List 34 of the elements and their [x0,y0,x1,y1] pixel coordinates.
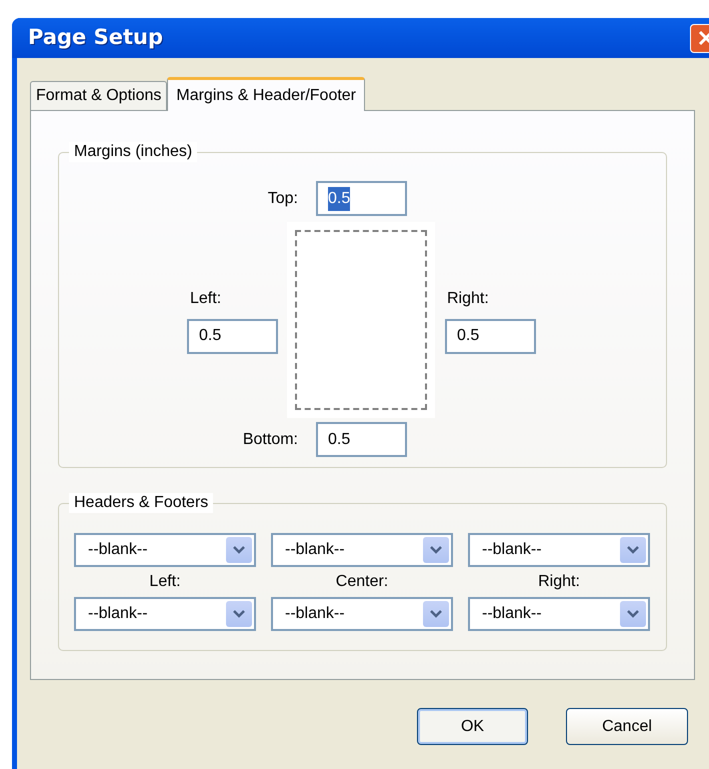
field-value: 0.5 [328,430,350,450]
dropdown[interactable]: --blank-- [468,533,650,567]
margin-field[interactable]: 0.5 [316,181,407,216]
chevron-down-icon [226,537,252,563]
field-value: 0.5 [457,326,480,346]
dropdown[interactable]: --blank-- [271,533,453,567]
chevron-down-icon [423,601,449,627]
field-label: Bottom: [242,430,299,450]
dialog-button[interactable]: OK [417,708,528,745]
margin-field[interactable]: 0.5 [316,422,407,457]
dropdown[interactable]: --blank-- [74,533,256,567]
field-value: 0.5 [199,326,222,346]
dialog-button[interactable]: Cancel [566,708,688,745]
margin-field[interactable]: 0.5 [445,318,536,354]
field-label: Top: [266,188,299,208]
group-title: Headers & Footers [69,493,214,513]
tab[interactable]: Format & Options [30,81,168,110]
chevron-down-icon [423,537,449,563]
dropdown[interactable]: --blank-- [271,597,453,631]
window-title: Page Setup [28,24,163,52]
column-label: Left: [149,572,181,592]
field-label: Left: [189,288,222,308]
dropdown[interactable]: --blank-- [468,597,650,631]
margin-field[interactable]: 0.5 [187,318,278,354]
field-value: 0.5 [328,186,350,210]
chevron-down-icon [620,601,646,627]
chevron-down-icon [226,601,252,627]
field-label: Right: [446,288,490,308]
tab[interactable]: Margins & Header/Footer [167,77,366,111]
column-label: Center: [336,572,388,592]
column-label: Right: [538,572,580,592]
dropdown[interactable]: --blank-- [74,597,256,631]
group-title: Margins (inches) [69,142,198,162]
chevron-down-icon [620,537,646,563]
